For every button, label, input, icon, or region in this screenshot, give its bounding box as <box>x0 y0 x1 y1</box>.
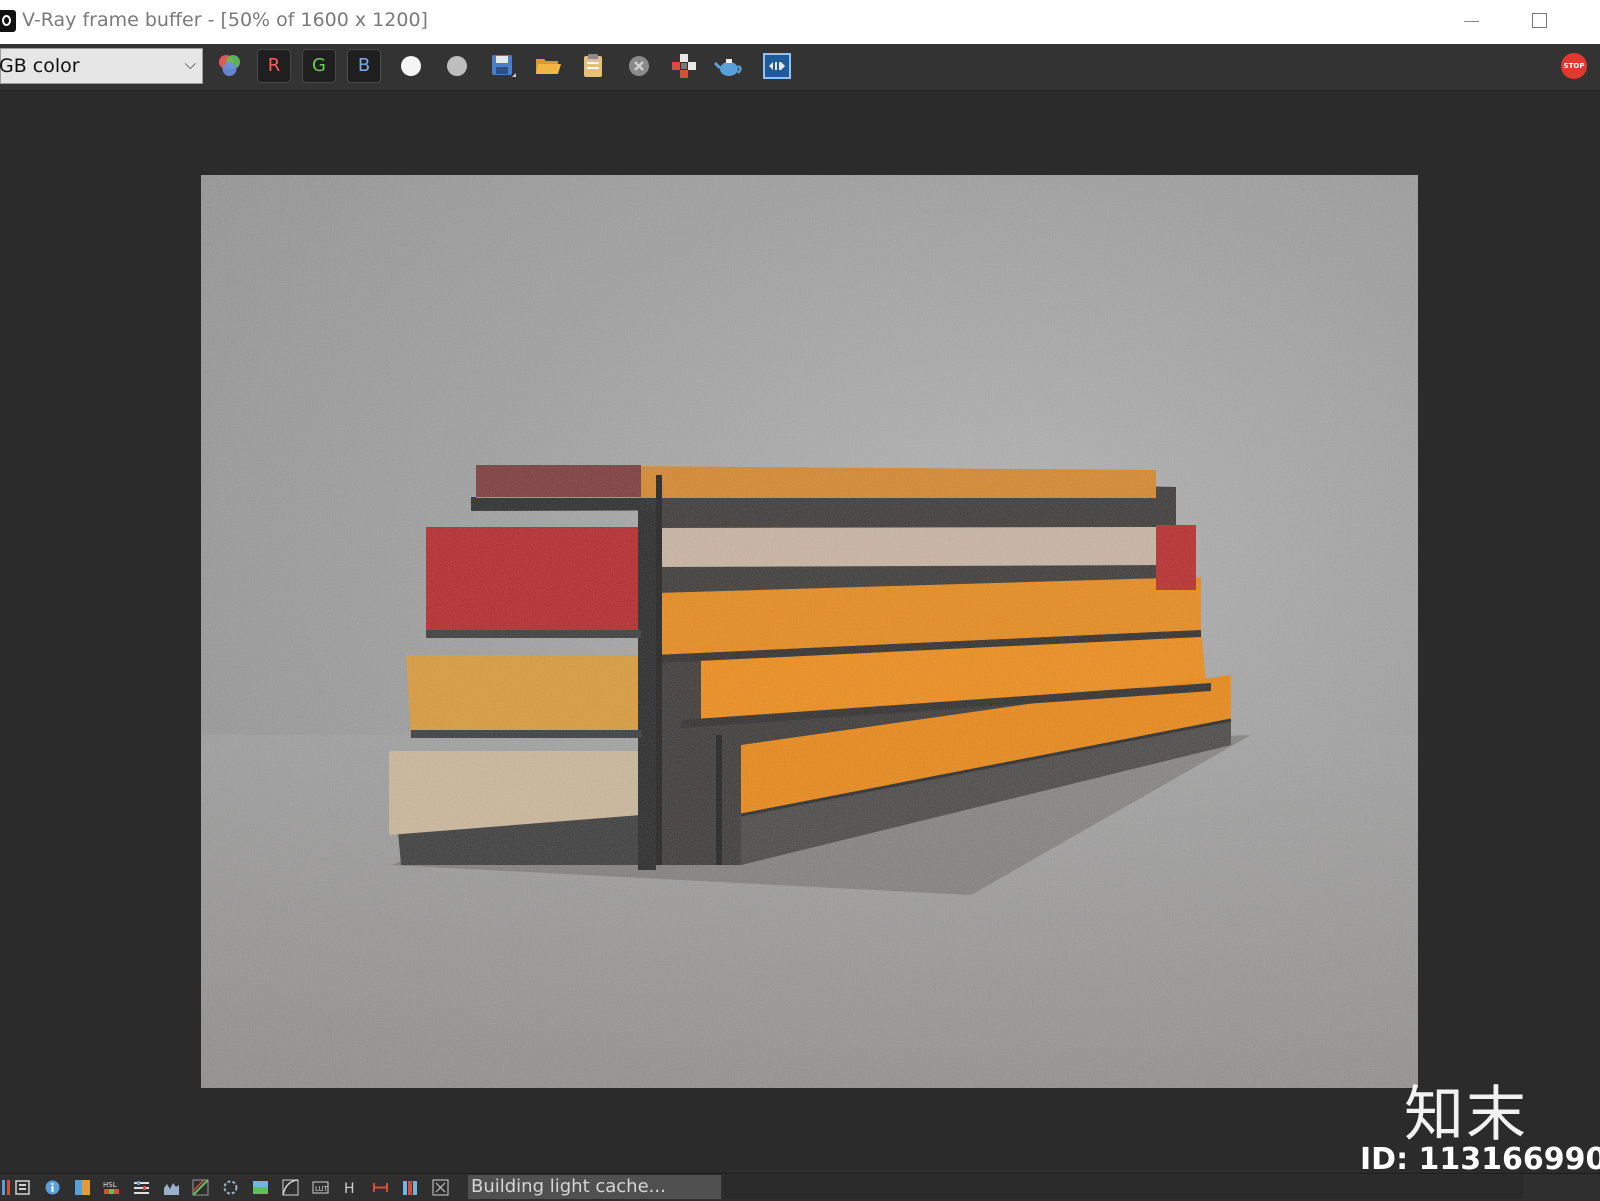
vray-logo-icon <box>0 10 16 32</box>
minimize-button[interactable] <box>1450 8 1490 34</box>
lens-effects-icon[interactable] <box>222 1179 239 1196</box>
open-folder-icon[interactable] <box>531 49 565 83</box>
svg-text:LUT: LUT <box>315 1185 329 1193</box>
chevron-down-icon: ⌵ <box>184 55 196 73</box>
toolbar: GB color ⌵ R G B STOP <box>0 44 1600 91</box>
levels-icon[interactable] <box>133 1179 150 1196</box>
watermark-logo: 知末 <box>1404 1080 1528 1150</box>
red-channel-button[interactable]: R <box>257 49 291 83</box>
status-bar: HSL LUT H Building light cache... <box>0 1173 1600 1201</box>
clear-image-icon[interactable] <box>622 49 656 83</box>
supermarket-shelf-render <box>201 175 1418 1088</box>
pixel-aspect-icon[interactable] <box>432 1179 449 1196</box>
render-status-text: Building light cache... <box>468 1175 721 1199</box>
stamp-icon[interactable] <box>402 1179 419 1196</box>
stop-render-button[interactable]: STOP <box>1561 53 1587 79</box>
pixel-info-icon[interactable] <box>14 1179 31 1196</box>
h-icon[interactable]: H <box>342 1179 359 1197</box>
color-mode-icon[interactable] <box>212 49 246 83</box>
info-icon[interactable] <box>44 1179 61 1196</box>
watermark-id: ID: 1131669909 <box>1360 1142 1600 1177</box>
save-image-icon[interactable] <box>486 49 520 83</box>
gray-circle-icon[interactable] <box>440 49 474 83</box>
lut-icon[interactable]: LUT <box>312 1179 329 1196</box>
background-image-icon[interactable] <box>252 1179 269 1196</box>
channel-select[interactable]: GB color ⌵ <box>0 48 203 84</box>
region-render-icon[interactable] <box>667 49 701 83</box>
curves-icon[interactable] <box>192 1179 209 1196</box>
window-title: V-Ray frame buffer - [50% of 1600 x 1200… <box>22 9 428 31</box>
clipboard-icon[interactable] <box>576 49 610 83</box>
blue-channel-button[interactable]: B <box>347 49 381 83</box>
teapot-render-icon[interactable] <box>712 49 746 83</box>
title-bar: V-Ray frame buffer - [50% of 1600 x 1200… <box>0 0 1600 44</box>
channel-select-value: GB color <box>0 55 80 77</box>
white-circle-icon[interactable] <box>394 49 428 83</box>
exposure-curve-icon[interactable] <box>282 1179 299 1196</box>
green-channel-button[interactable]: G <box>302 49 336 83</box>
frame-buffer-history-icon[interactable] <box>760 49 794 83</box>
maximize-button[interactable] <box>1520 8 1560 34</box>
color-corrections-icon[interactable] <box>74 1179 91 1196</box>
histogram-icon[interactable] <box>163 1179 180 1196</box>
compare-ab-icon[interactable] <box>372 1179 389 1196</box>
render-image <box>201 175 1418 1088</box>
render-progress-bar <box>723 1175 1523 1199</box>
svg-text:H: H <box>344 1181 355 1196</box>
svg-text:HSL: HSL <box>103 1181 117 1189</box>
hsl-icon[interactable]: HSL <box>103 1179 120 1196</box>
